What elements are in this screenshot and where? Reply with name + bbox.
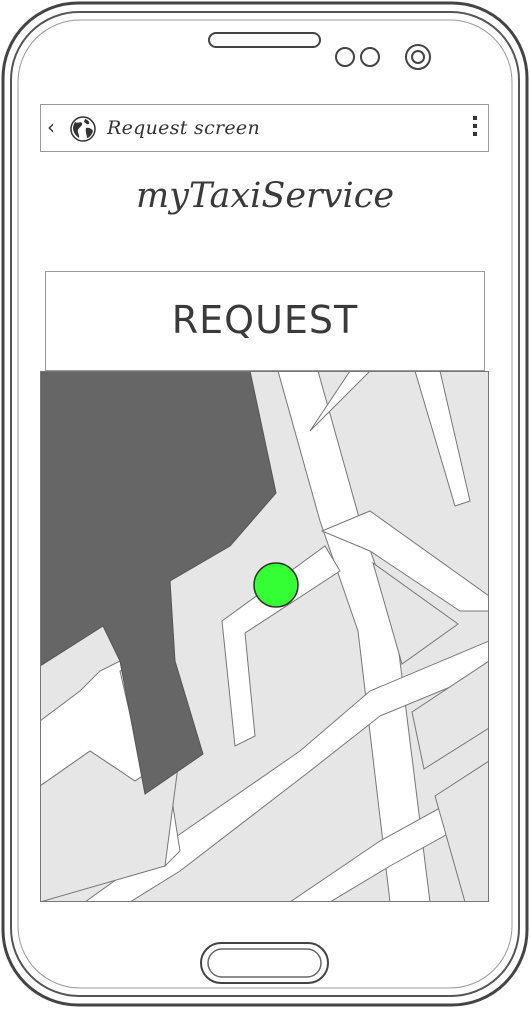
- sensor-icon: [360, 47, 380, 67]
- kebab-menu-icon[interactable]: [472, 116, 478, 142]
- app-title: myTaxiService: [135, 176, 395, 216]
- chevron-left-icon[interactable]: ‹: [47, 115, 55, 139]
- map-view[interactable]: [40, 371, 489, 902]
- location-marker-icon: [253, 562, 299, 608]
- globe-icon: [70, 116, 96, 142]
- screen-title: Request screen: [107, 117, 261, 139]
- request-button[interactable]: REQUEST: [45, 271, 485, 371]
- speaker-grille: [208, 32, 321, 48]
- sensor-icon: [335, 47, 355, 67]
- request-button-label: REQUEST: [171, 298, 359, 342]
- title-bar: ‹ Request screen: [40, 104, 489, 152]
